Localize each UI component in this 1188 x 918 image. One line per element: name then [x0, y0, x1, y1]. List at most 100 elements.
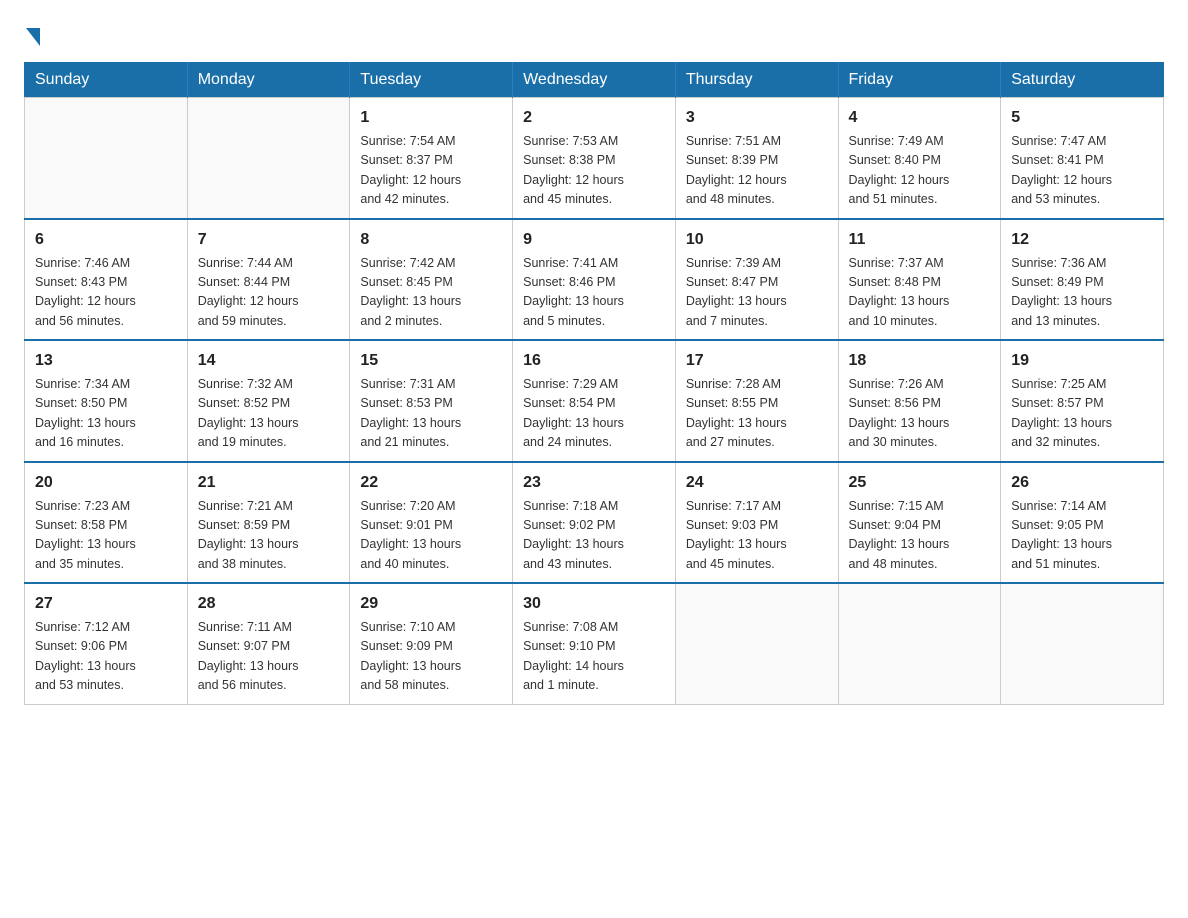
weekday-header-sunday: Sunday: [25, 63, 188, 98]
calendar-cell: 29Sunrise: 7:10 AM Sunset: 9:09 PM Dayli…: [350, 583, 513, 704]
day-info: Sunrise: 7:44 AM Sunset: 8:44 PM Dayligh…: [198, 254, 340, 332]
calendar-cell: 4Sunrise: 7:49 AM Sunset: 8:40 PM Daylig…: [838, 98, 1001, 219]
calendar-cell: 8Sunrise: 7:42 AM Sunset: 8:45 PM Daylig…: [350, 219, 513, 341]
day-info: Sunrise: 7:54 AM Sunset: 8:37 PM Dayligh…: [360, 132, 502, 210]
day-info: Sunrise: 7:32 AM Sunset: 8:52 PM Dayligh…: [198, 375, 340, 453]
calendar-cell: 17Sunrise: 7:28 AM Sunset: 8:55 PM Dayli…: [675, 340, 838, 462]
day-info: Sunrise: 7:26 AM Sunset: 8:56 PM Dayligh…: [849, 375, 991, 453]
day-number: 22: [360, 471, 502, 495]
day-info: Sunrise: 7:39 AM Sunset: 8:47 PM Dayligh…: [686, 254, 828, 332]
day-info: Sunrise: 7:14 AM Sunset: 9:05 PM Dayligh…: [1011, 497, 1153, 575]
day-info: Sunrise: 7:31 AM Sunset: 8:53 PM Dayligh…: [360, 375, 502, 453]
day-number: 27: [35, 592, 177, 616]
calendar-cell: 5Sunrise: 7:47 AM Sunset: 8:41 PM Daylig…: [1001, 98, 1164, 219]
calendar-week-row: 1Sunrise: 7:54 AM Sunset: 8:37 PM Daylig…: [25, 98, 1164, 219]
day-number: 18: [849, 349, 991, 373]
day-info: Sunrise: 7:10 AM Sunset: 9:09 PM Dayligh…: [360, 618, 502, 696]
day-info: Sunrise: 7:25 AM Sunset: 8:57 PM Dayligh…: [1011, 375, 1153, 453]
day-info: Sunrise: 7:15 AM Sunset: 9:04 PM Dayligh…: [849, 497, 991, 575]
day-number: 11: [849, 228, 991, 252]
calendar-week-row: 27Sunrise: 7:12 AM Sunset: 9:06 PM Dayli…: [25, 583, 1164, 704]
day-number: 21: [198, 471, 340, 495]
calendar-week-row: 13Sunrise: 7:34 AM Sunset: 8:50 PM Dayli…: [25, 340, 1164, 462]
calendar-cell: 25Sunrise: 7:15 AM Sunset: 9:04 PM Dayli…: [838, 462, 1001, 584]
calendar-cell: [25, 98, 188, 219]
day-number: 13: [35, 349, 177, 373]
calendar-header-row: SundayMondayTuesdayWednesdayThursdayFrid…: [25, 63, 1164, 98]
weekday-header-friday: Friday: [838, 63, 1001, 98]
day-number: 14: [198, 349, 340, 373]
calendar-table: SundayMondayTuesdayWednesdayThursdayFrid…: [24, 62, 1164, 705]
day-info: Sunrise: 7:47 AM Sunset: 8:41 PM Dayligh…: [1011, 132, 1153, 210]
calendar-cell: 10Sunrise: 7:39 AM Sunset: 8:47 PM Dayli…: [675, 219, 838, 341]
calendar-cell: 28Sunrise: 7:11 AM Sunset: 9:07 PM Dayli…: [187, 583, 350, 704]
calendar-cell: 22Sunrise: 7:20 AM Sunset: 9:01 PM Dayli…: [350, 462, 513, 584]
calendar-cell: [838, 583, 1001, 704]
calendar-cell: 18Sunrise: 7:26 AM Sunset: 8:56 PM Dayli…: [838, 340, 1001, 462]
calendar-cell: 1Sunrise: 7:54 AM Sunset: 8:37 PM Daylig…: [350, 98, 513, 219]
calendar-cell: [675, 583, 838, 704]
calendar-cell: 30Sunrise: 7:08 AM Sunset: 9:10 PM Dayli…: [513, 583, 676, 704]
day-info: Sunrise: 7:23 AM Sunset: 8:58 PM Dayligh…: [35, 497, 177, 575]
weekday-header-monday: Monday: [187, 63, 350, 98]
day-number: 3: [686, 106, 828, 130]
day-number: 17: [686, 349, 828, 373]
day-info: Sunrise: 7:11 AM Sunset: 9:07 PM Dayligh…: [198, 618, 340, 696]
day-info: Sunrise: 7:18 AM Sunset: 9:02 PM Dayligh…: [523, 497, 665, 575]
day-info: Sunrise: 7:37 AM Sunset: 8:48 PM Dayligh…: [849, 254, 991, 332]
day-number: 29: [360, 592, 502, 616]
day-number: 7: [198, 228, 340, 252]
day-info: Sunrise: 7:34 AM Sunset: 8:50 PM Dayligh…: [35, 375, 177, 453]
calendar-week-row: 20Sunrise: 7:23 AM Sunset: 8:58 PM Dayli…: [25, 462, 1164, 584]
day-number: 19: [1011, 349, 1153, 373]
calendar-cell: 19Sunrise: 7:25 AM Sunset: 8:57 PM Dayli…: [1001, 340, 1164, 462]
day-number: 24: [686, 471, 828, 495]
day-number: 15: [360, 349, 502, 373]
day-number: 28: [198, 592, 340, 616]
day-number: 16: [523, 349, 665, 373]
day-info: Sunrise: 7:36 AM Sunset: 8:49 PM Dayligh…: [1011, 254, 1153, 332]
day-info: Sunrise: 7:29 AM Sunset: 8:54 PM Dayligh…: [523, 375, 665, 453]
day-info: Sunrise: 7:12 AM Sunset: 9:06 PM Dayligh…: [35, 618, 177, 696]
calendar-cell: 12Sunrise: 7:36 AM Sunset: 8:49 PM Dayli…: [1001, 219, 1164, 341]
weekday-header-tuesday: Tuesday: [350, 63, 513, 98]
calendar-cell: 23Sunrise: 7:18 AM Sunset: 9:02 PM Dayli…: [513, 462, 676, 584]
day-number: 12: [1011, 228, 1153, 252]
day-number: 6: [35, 228, 177, 252]
day-info: Sunrise: 7:51 AM Sunset: 8:39 PM Dayligh…: [686, 132, 828, 210]
calendar-cell: 16Sunrise: 7:29 AM Sunset: 8:54 PM Dayli…: [513, 340, 676, 462]
calendar-cell: 20Sunrise: 7:23 AM Sunset: 8:58 PM Dayli…: [25, 462, 188, 584]
calendar-week-row: 6Sunrise: 7:46 AM Sunset: 8:43 PM Daylig…: [25, 219, 1164, 341]
day-info: Sunrise: 7:42 AM Sunset: 8:45 PM Dayligh…: [360, 254, 502, 332]
calendar-cell: 24Sunrise: 7:17 AM Sunset: 9:03 PM Dayli…: [675, 462, 838, 584]
calendar-cell: 21Sunrise: 7:21 AM Sunset: 8:59 PM Dayli…: [187, 462, 350, 584]
day-number: 9: [523, 228, 665, 252]
day-number: 1: [360, 106, 502, 130]
day-number: 26: [1011, 471, 1153, 495]
day-number: 10: [686, 228, 828, 252]
day-info: Sunrise: 7:53 AM Sunset: 8:38 PM Dayligh…: [523, 132, 665, 210]
day-info: Sunrise: 7:08 AM Sunset: 9:10 PM Dayligh…: [523, 618, 665, 696]
day-number: 23: [523, 471, 665, 495]
day-number: 30: [523, 592, 665, 616]
day-number: 4: [849, 106, 991, 130]
day-info: Sunrise: 7:28 AM Sunset: 8:55 PM Dayligh…: [686, 375, 828, 453]
calendar-cell: 14Sunrise: 7:32 AM Sunset: 8:52 PM Dayli…: [187, 340, 350, 462]
calendar-cell: [187, 98, 350, 219]
calendar-cell: 3Sunrise: 7:51 AM Sunset: 8:39 PM Daylig…: [675, 98, 838, 219]
day-info: Sunrise: 7:17 AM Sunset: 9:03 PM Dayligh…: [686, 497, 828, 575]
calendar-cell: 15Sunrise: 7:31 AM Sunset: 8:53 PM Dayli…: [350, 340, 513, 462]
calendar-cell: [1001, 583, 1164, 704]
calendar-cell: 26Sunrise: 7:14 AM Sunset: 9:05 PM Dayli…: [1001, 462, 1164, 584]
day-number: 20: [35, 471, 177, 495]
day-info: Sunrise: 7:46 AM Sunset: 8:43 PM Dayligh…: [35, 254, 177, 332]
day-info: Sunrise: 7:21 AM Sunset: 8:59 PM Dayligh…: [198, 497, 340, 575]
day-number: 8: [360, 228, 502, 252]
weekday-header-saturday: Saturday: [1001, 63, 1164, 98]
day-number: 5: [1011, 106, 1153, 130]
calendar-cell: 27Sunrise: 7:12 AM Sunset: 9:06 PM Dayli…: [25, 583, 188, 704]
calendar-cell: 9Sunrise: 7:41 AM Sunset: 8:46 PM Daylig…: [513, 219, 676, 341]
calendar-cell: 6Sunrise: 7:46 AM Sunset: 8:43 PM Daylig…: [25, 219, 188, 341]
logo-arrow-icon: [26, 28, 40, 46]
calendar-cell: 13Sunrise: 7:34 AM Sunset: 8:50 PM Dayli…: [25, 340, 188, 462]
